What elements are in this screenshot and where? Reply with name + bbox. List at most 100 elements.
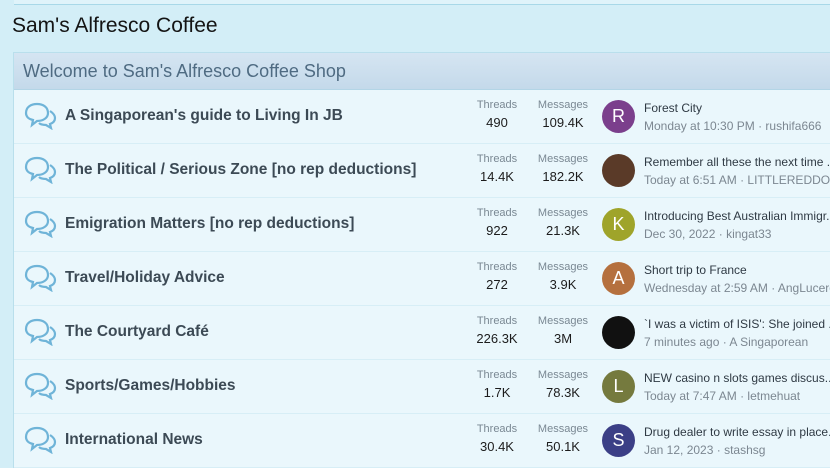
- avatar-letter: A: [612, 268, 625, 288]
- avatar-letter: S: [612, 430, 625, 450]
- messages-count: 21.3K: [546, 223, 580, 238]
- avatar[interactable]: A: [602, 262, 635, 295]
- avatar[interactable]: [602, 154, 635, 187]
- threads-count: 1.7K: [483, 385, 511, 400]
- threads-label: Threads: [476, 207, 518, 219]
- forum-page: Sam's Alfresco Coffee Welcome to Sam's A…: [0, 0, 830, 468]
- speech-bubbles-icon: [23, 264, 57, 293]
- latest-thread-link[interactable]: Remember all these the next time ...: [644, 155, 830, 169]
- messages-label: Messages: [537, 423, 589, 435]
- threads-stat: Threads 14.4K: [464, 153, 530, 184]
- messages-label: Messages: [537, 207, 589, 219]
- threads-stat: Threads 1.7K: [464, 369, 530, 400]
- threads-count: 490: [486, 115, 508, 130]
- latest-time[interactable]: 7 minutes ago: [644, 335, 719, 349]
- messages-count: 3.9K: [549, 277, 577, 292]
- messages-stat: Messages 182.2K: [530, 153, 596, 184]
- latest-thread-link[interactable]: Introducing Best Australian Immigr...: [644, 209, 830, 223]
- latest-thread-link[interactable]: Forest City: [644, 101, 830, 115]
- meta-separator: ·: [716, 443, 725, 457]
- node-title-link[interactable]: Travel/Holiday Advice: [65, 269, 225, 287]
- latest-username[interactable]: stashsg: [724, 443, 765, 457]
- latest-thread-link[interactable]: Short trip to France: [644, 263, 830, 277]
- forum-node-row: Emigration Matters [no rep deductions] T…: [14, 198, 830, 252]
- node-title-link[interactable]: International News: [65, 431, 203, 449]
- messages-stat: Messages 21.3K: [530, 207, 596, 238]
- threads-stat: Threads 272: [464, 261, 530, 292]
- messages-stat: Messages 3.9K: [530, 261, 596, 292]
- latest-time[interactable]: Jan 12, 2023: [644, 443, 713, 457]
- latest-meta: Wednesday at 2:59 AM · AngLucero: [644, 281, 830, 295]
- node-title-link[interactable]: The Courtyard Café: [65, 323, 209, 341]
- messages-stat: Messages 109.4K: [530, 99, 596, 130]
- forum-node-row: Travel/Holiday Advice Threads 272 Messag…: [14, 252, 830, 306]
- forum-category-block: Welcome to Sam's Alfresco Coffee Shop A …: [13, 52, 830, 468]
- latest-thread-link[interactable]: NEW casino n slots games discus...: [644, 371, 830, 385]
- latest-time[interactable]: Monday at 10:30 PM: [644, 119, 755, 133]
- avatar[interactable]: R: [602, 100, 635, 133]
- avatar[interactable]: K: [602, 208, 635, 241]
- threads-label: Threads: [476, 153, 518, 165]
- threads-stat: Threads 226.3K: [464, 315, 530, 346]
- top-strip: [14, 0, 830, 5]
- node-title-link[interactable]: A Singaporean's guide to Living In JB: [65, 107, 343, 125]
- threads-count: 922: [486, 223, 508, 238]
- node-title-link[interactable]: Sports/Games/Hobbies: [65, 377, 236, 395]
- latest-meta: Today at 7:47 AM · letmehuat: [644, 389, 830, 403]
- latest-thread-link[interactable]: `I was a victim of ISIS': She joined ...: [644, 317, 830, 331]
- avatar[interactable]: [602, 316, 635, 349]
- node-title-link[interactable]: Emigration Matters [no rep deductions]: [65, 215, 354, 233]
- threads-label: Threads: [476, 369, 518, 381]
- messages-count: 78.3K: [546, 385, 580, 400]
- latest-time[interactable]: Today at 6:51 AM: [644, 173, 737, 187]
- latest-username[interactable]: A Singaporean: [729, 335, 808, 349]
- latest-time[interactable]: Wednesday at 2:59 AM: [644, 281, 768, 295]
- node-title-link[interactable]: The Political / Serious Zone [no rep ded…: [65, 161, 416, 179]
- speech-bubbles-icon: [23, 372, 57, 401]
- avatar-letter: K: [612, 214, 625, 234]
- latest-post: Remember all these the next time ... Tod…: [644, 155, 830, 187]
- threads-count: 30.4K: [480, 439, 514, 454]
- messages-label: Messages: [537, 153, 589, 165]
- speech-bubbles-icon: [23, 210, 57, 239]
- forum-node-row: The Courtyard Café Threads 226.3K Messag…: [14, 306, 830, 360]
- threads-count: 226.3K: [476, 331, 518, 346]
- threads-label: Threads: [476, 261, 518, 273]
- speech-bubbles-icon: [23, 102, 57, 131]
- latest-time[interactable]: Dec 30, 2022: [644, 227, 715, 241]
- latest-username[interactable]: rushifa666: [765, 119, 821, 133]
- threads-label: Threads: [476, 423, 518, 435]
- node-list: A Singaporean's guide to Living In JB Th…: [14, 90, 830, 468]
- messages-count: 182.2K: [542, 169, 584, 184]
- speech-bubbles-icon: [23, 426, 57, 455]
- avatar[interactable]: L: [602, 370, 635, 403]
- latest-meta: 7 minutes ago · A Singaporean: [644, 335, 830, 349]
- page-title: Sam's Alfresco Coffee: [12, 14, 218, 37]
- threads-count: 14.4K: [480, 169, 514, 184]
- forum-node-row: The Political / Serious Zone [no rep ded…: [14, 144, 830, 198]
- latest-username[interactable]: kingat33: [726, 227, 771, 241]
- latest-username[interactable]: letmehuat: [747, 389, 800, 403]
- latest-meta: Today at 6:51 AM · LITTLEREDDOT: [644, 173, 830, 187]
- forum-node-row: A Singaporean's guide to Living In JB Th…: [14, 90, 830, 144]
- messages-stat: Messages 50.1K: [530, 423, 596, 454]
- latest-time[interactable]: Today at 7:47 AM: [644, 389, 737, 403]
- latest-username[interactable]: LITTLEREDDOT: [747, 173, 830, 187]
- threads-label: Threads: [476, 315, 518, 327]
- messages-count: 109.4K: [542, 115, 584, 130]
- category-header[interactable]: Welcome to Sam's Alfresco Coffee Shop: [14, 53, 830, 90]
- latest-thread-link[interactable]: Drug dealer to write essay in place...: [644, 425, 830, 439]
- threads-label: Threads: [476, 99, 518, 111]
- latest-post: Drug dealer to write essay in place... J…: [644, 425, 830, 457]
- latest-post: `I was a victim of ISIS': She joined ...…: [644, 317, 830, 349]
- messages-label: Messages: [537, 315, 589, 327]
- avatar[interactable]: S: [602, 424, 635, 457]
- latest-username[interactable]: AngLucero: [778, 281, 830, 295]
- forum-node-row: International News Threads 30.4K Message…: [14, 414, 830, 468]
- messages-label: Messages: [537, 369, 589, 381]
- threads-stat: Threads 30.4K: [464, 423, 530, 454]
- messages-label: Messages: [537, 261, 589, 273]
- avatar-letter: L: [613, 376, 624, 396]
- messages-stat: Messages 78.3K: [530, 369, 596, 400]
- speech-bubbles-icon: [23, 318, 57, 347]
